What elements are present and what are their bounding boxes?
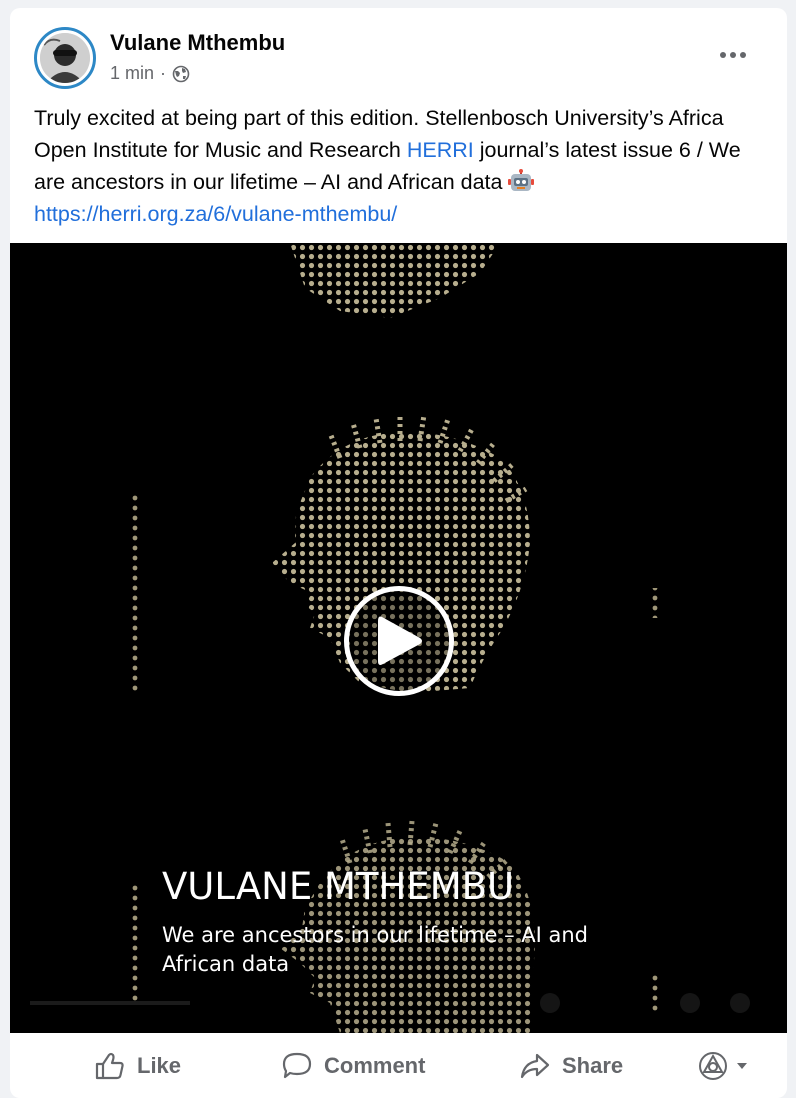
meta-separator: · [160,63,167,83]
video-player[interactable]: VULANE MTHEMBU We are ancestors in our l… [10,243,787,1033]
page-avatar-icon [699,1052,727,1080]
more-dot [720,52,726,58]
play-icon [378,616,422,665]
post-text: Truly excited at being part of this edit… [34,102,769,230]
globe-icon[interactable] [172,65,190,83]
caret-down-icon [737,1063,747,1069]
play-button[interactable] [344,586,454,696]
comment-button[interactable]: Comment [282,1052,425,1080]
more-dot [740,52,746,58]
avatar[interactable] [34,27,96,89]
avatar-image [40,33,90,83]
share-arrow-icon [520,1053,550,1079]
like-button[interactable]: Like [95,1052,181,1080]
post-meta: 1 min · [110,63,190,84]
robot-emoji-icon [508,169,535,193]
comment-label: Comment [324,1053,426,1078]
share-button[interactable]: Share [520,1052,623,1080]
comment-icon [282,1052,312,1079]
video-title: VULANE MTHEMBU [162,865,515,908]
post-actions-bar: Like Comment Share [10,1044,787,1088]
article-link[interactable]: https://herri.org.za/6/vulane-mthembu/ [34,202,397,226]
herri-link[interactable]: HERRI [407,138,474,162]
thumbs-up-icon [95,1052,124,1080]
video-subtitle: We are ancestors in our lifetime – AI an… [162,923,588,976]
more-dot [730,52,736,58]
like-label: Like [137,1053,182,1078]
author-name[interactable]: Vulane Mthembu [110,30,285,56]
post-time[interactable]: 1 min [110,63,154,84]
share-label: Share [562,1053,624,1078]
audience-selector[interactable] [698,1051,748,1081]
post-card: Vulane Mthembu 1 min · Truly excited at … [10,8,787,1098]
more-options-button[interactable] [708,40,758,70]
